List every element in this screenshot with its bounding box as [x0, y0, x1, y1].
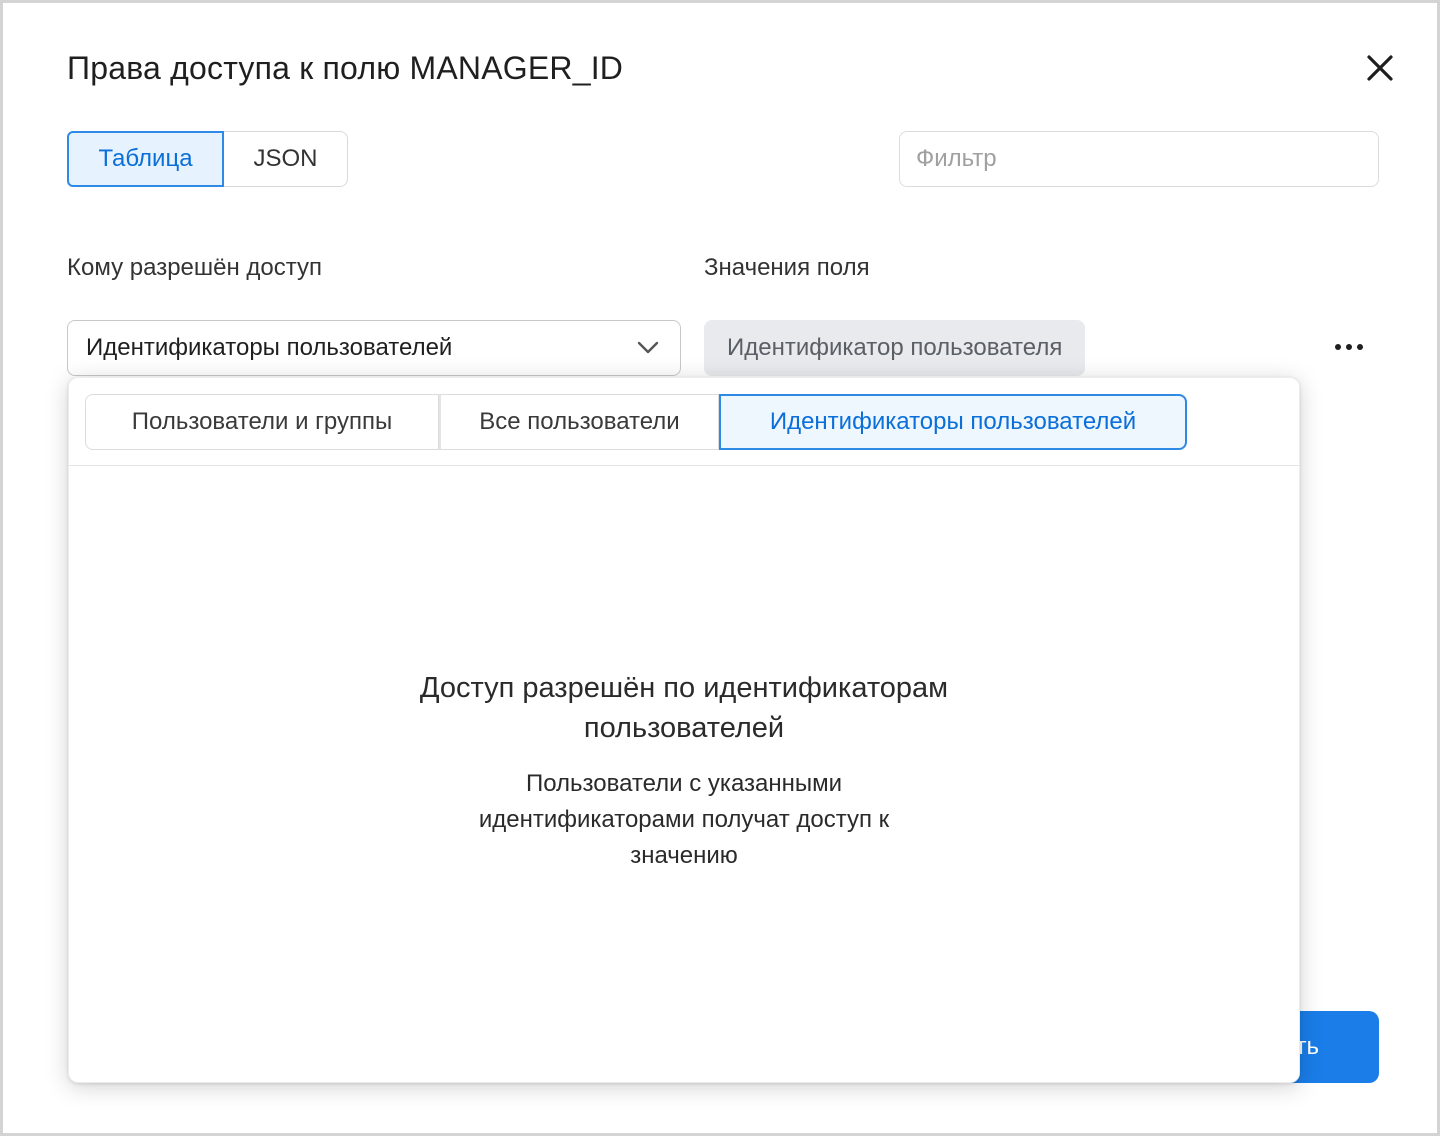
- access-dialog: Права доступа к полю MANAGER_ID Таблица …: [0, 0, 1440, 1136]
- close-icon: [1367, 55, 1393, 81]
- empty-state-description: Пользователи с указанными идентификатора…: [478, 770, 890, 869]
- access-type-select[interactable]: Идентификаторы пользователей: [67, 320, 681, 376]
- field-value-chip[interactable]: Идентификатор пользователя: [704, 320, 1086, 376]
- popup-tab-users-and-groups[interactable]: Пользователи и группы: [85, 394, 439, 450]
- chevron-down-icon: [636, 336, 660, 360]
- popup-tab-all-users[interactable]: Все пользователи: [439, 394, 719, 450]
- column-label-who: Кому разрешён доступ: [67, 254, 323, 281]
- popup-divider: [69, 465, 1299, 466]
- popup-tabs: Пользователи и группы Все пользователи И…: [85, 394, 1187, 450]
- access-type-select-value: Идентификаторы пользователей: [86, 334, 453, 361]
- access-type-popup: Пользователи и группы Все пользователи И…: [68, 377, 1300, 1083]
- view-toggle: Таблица JSON: [67, 131, 348, 187]
- close-button[interactable]: [1359, 47, 1401, 89]
- empty-state: Доступ разрешён по идентификаторам польз…: [69, 668, 1299, 874]
- popup-tab-user-ids[interactable]: Идентификаторы пользователей: [719, 394, 1187, 450]
- row-more-button[interactable]: [1325, 331, 1373, 363]
- dialog-title: Права доступа к полю MANAGER_ID: [67, 50, 624, 86]
- more-dots-icon: [1335, 344, 1363, 350]
- filter-input[interactable]: [899, 131, 1379, 187]
- view-toggle-table[interactable]: Таблица: [67, 131, 224, 187]
- view-toggle-json[interactable]: JSON: [224, 131, 348, 187]
- column-label-values: Значения поля: [704, 254, 870, 281]
- empty-state-title: Доступ разрешён по идентификаторам польз…: [419, 672, 949, 744]
